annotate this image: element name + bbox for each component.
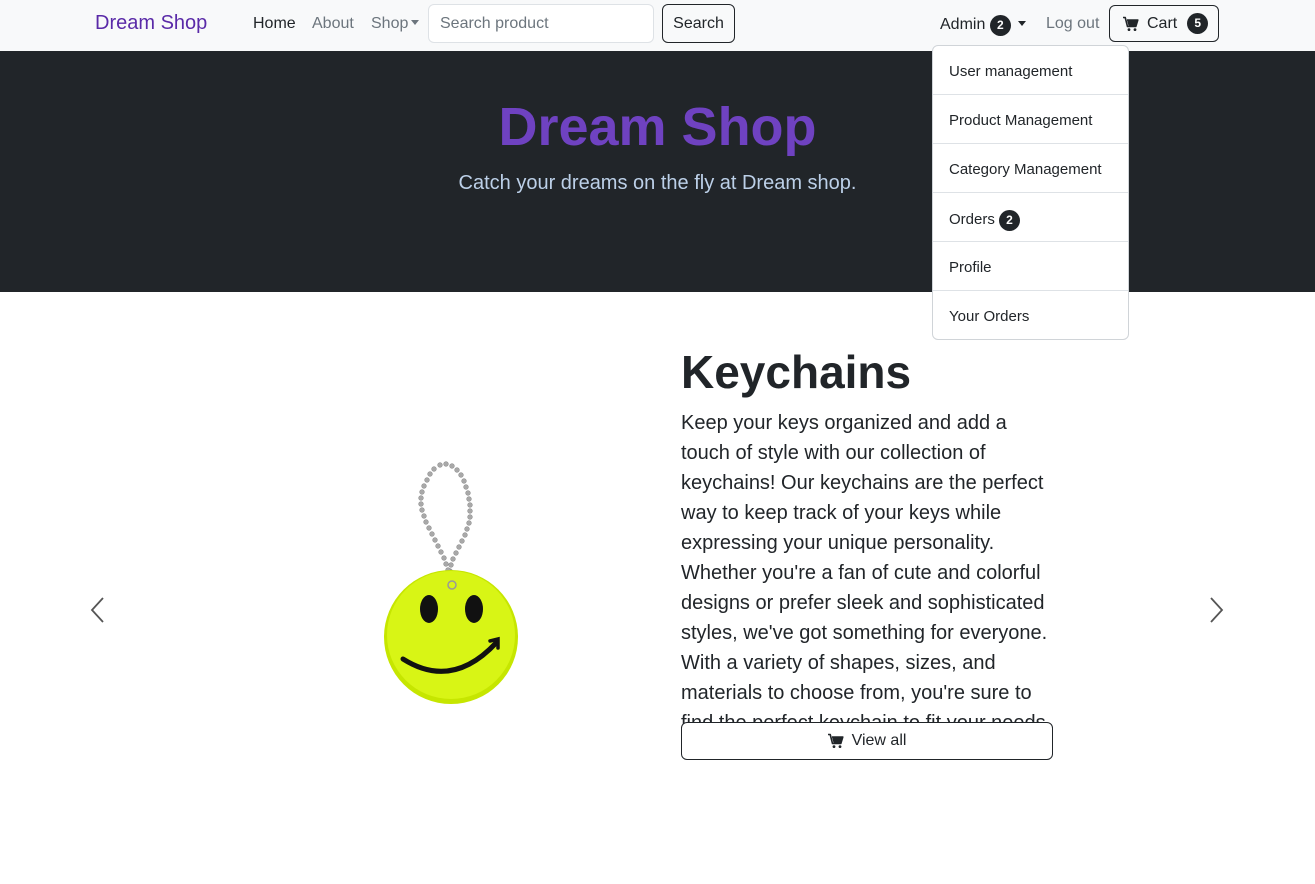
orders-badge: 2 — [999, 210, 1021, 231]
menu-item-product-management[interactable]: Product Management — [933, 95, 1128, 144]
menu-item-user-management[interactable]: User management — [933, 46, 1128, 95]
cart-button[interactable]: Cart 5 — [1109, 5, 1219, 42]
product-category-title: Keychains — [681, 346, 912, 398]
chevron-right-icon[interactable] — [1209, 596, 1225, 624]
nav-shop-label: Shop — [371, 15, 409, 32]
keychain-image — [384, 461, 518, 704]
admin-badge: 2 — [989, 15, 1011, 36]
menu-item-category-management[interactable]: Category Management — [933, 144, 1128, 193]
logout-link[interactable]: Log out — [1046, 15, 1099, 33]
navbar: Dream Shop Home About Shop Search Admin … — [0, 0, 1315, 51]
nav-shop-dropdown[interactable]: Shop — [371, 15, 420, 33]
cart-label: Cart — [1147, 14, 1178, 32]
admin-dropdown-menu: User management Product Management Categ… — [932, 45, 1129, 340]
caret-down-icon — [411, 20, 420, 25]
cart-icon — [1123, 16, 1139, 31]
caret-down-icon — [1018, 21, 1027, 26]
search-button[interactable]: Search — [662, 4, 735, 43]
view-all-button[interactable]: View all — [681, 722, 1053, 760]
admin-dropdown-toggle[interactable]: Admin 2 — [940, 15, 1027, 36]
menu-item-orders-label: Orders — [949, 211, 995, 228]
cart-icon — [827, 733, 844, 748]
menu-item-orders[interactable]: Orders 2 — [933, 193, 1128, 242]
view-all-label: View all — [851, 732, 907, 749]
brand-link[interactable]: Dream Shop — [95, 12, 207, 35]
search-input[interactable] — [428, 4, 654, 43]
nav-about-link[interactable]: About — [312, 15, 354, 33]
chevron-left-icon[interactable] — [89, 596, 105, 624]
product-category-description: Keep your keys organized and add a touch… — [681, 412, 1051, 734]
nav-home-link[interactable]: Home — [253, 15, 296, 33]
admin-label: Admin — [940, 16, 986, 33]
menu-item-profile[interactable]: Profile — [933, 242, 1128, 291]
cart-badge: 5 — [1187, 13, 1209, 34]
menu-item-your-orders[interactable]: Your Orders — [933, 291, 1128, 340]
